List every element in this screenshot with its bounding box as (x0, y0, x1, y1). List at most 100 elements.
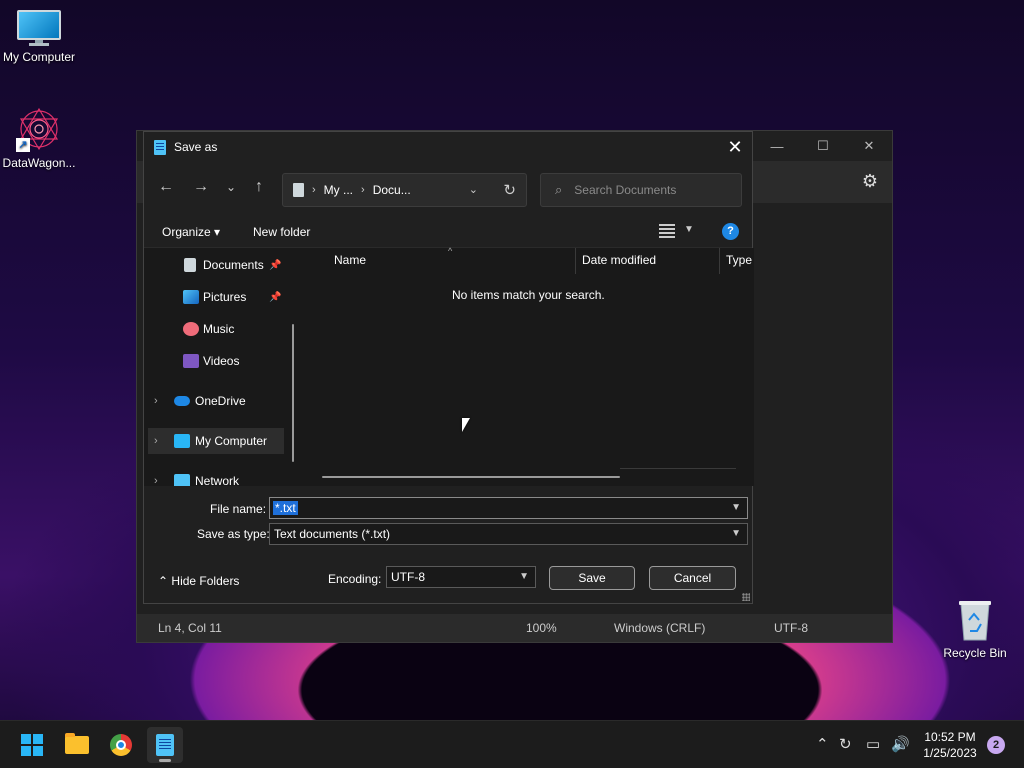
sort-ascending-icon: ^ (448, 246, 453, 256)
documents-icon (293, 183, 304, 197)
breadcrumb-documents[interactable]: Docu... (373, 183, 411, 197)
nav-item-onedrive[interactable]: › OneDrive (144, 388, 294, 414)
breadcrumb-separator-icon: › (361, 184, 365, 196)
notification-badge[interactable]: 2 (987, 736, 1005, 754)
volume-icon[interactable]: 🔊 (891, 735, 910, 753)
file-name-value: *.txt (273, 501, 298, 515)
recent-locations-chevron-icon[interactable]: ⌄ (220, 180, 242, 194)
new-folder-button[interactable]: New folder (253, 225, 310, 239)
nav-item-videos[interactable]: Videos (144, 348, 294, 374)
nav-item-pictures[interactable]: Pictures 📌 (144, 284, 294, 310)
chevron-up-icon: ⌃ (158, 574, 169, 588)
address-dropdown-icon[interactable]: ⌄ (469, 183, 478, 196)
taskbar-notepad[interactable] (147, 727, 183, 763)
column-header-type[interactable]: Type (726, 253, 752, 267)
maximize-icon[interactable]: ☐ (800, 131, 846, 161)
empty-folder-message: No items match your search. (452, 288, 605, 302)
show-hidden-icons-chevron-icon[interactable]: ⌃ (816, 735, 829, 753)
chevron-down-icon[interactable]: ▼ (519, 571, 529, 582)
column-divider[interactable] (719, 248, 720, 274)
column-divider[interactable] (575, 248, 576, 274)
datawagon-app-icon: ↗ (16, 106, 62, 152)
chevron-down-icon[interactable]: ▼ (731, 528, 741, 539)
clock[interactable]: 10:52 PM 1/25/2023 (918, 729, 982, 761)
resize-grip-icon[interactable] (742, 593, 750, 601)
file-name-input[interactable]: *.txt ▼ (269, 497, 748, 519)
nav-item-music[interactable]: Music (144, 316, 294, 342)
column-header-date-modified[interactable]: Date modified (582, 253, 656, 267)
chevron-right-icon[interactable]: › (154, 395, 158, 407)
column-header-name[interactable]: Name (334, 253, 366, 267)
chevron-right-icon[interactable]: › (154, 475, 158, 486)
nav-item-network[interactable]: › Network (144, 468, 294, 486)
forward-arrow-icon[interactable]: → (190, 178, 212, 196)
shortcut-arrow-icon: ↗ (16, 138, 30, 152)
nav-item-label: Music (203, 322, 235, 336)
network-icon[interactable]: ▭ (866, 735, 880, 753)
recycle-bin-icon (955, 598, 995, 642)
chevron-right-icon[interactable]: › (154, 435, 158, 447)
breadcrumb-my-computer[interactable]: My ... (324, 183, 353, 197)
clock-date: 1/25/2023 (923, 746, 977, 760)
nav-item-label: Network (195, 474, 240, 486)
horizontal-scrollbar[interactable] (322, 476, 620, 478)
network-icon (174, 474, 190, 486)
videos-icon (183, 354, 199, 368)
up-arrow-icon[interactable]: ↑ (248, 178, 270, 196)
notepad-icon (156, 734, 174, 756)
encoding-status: UTF-8 (774, 621, 808, 635)
navigation-pane: Documents 📌 Pictures 📌 Music Videos › On… (144, 248, 302, 486)
onedrive-icon (174, 396, 190, 406)
nav-item-label: Videos (203, 354, 240, 368)
save-type-value: Text documents (*.txt) (274, 527, 391, 541)
desktop-icon-label: My Computer (2, 50, 76, 64)
refresh-icon[interactable]: ↻ (503, 181, 516, 199)
save-type-select[interactable]: Text documents (*.txt) ▼ (269, 523, 748, 545)
taskbar-chrome[interactable] (103, 727, 139, 763)
search-input[interactable]: ⌕ Search Documents (540, 173, 742, 207)
documents-icon (184, 258, 196, 272)
save-button[interactable]: Save (549, 566, 635, 590)
notepad-status-bar: Ln 4, Col 11 100% Windows (CRLF) UTF-8 (137, 614, 892, 642)
desktop-icon-my-computer[interactable]: My Computer (0, 10, 78, 64)
back-arrow-icon[interactable]: ← (155, 178, 177, 196)
address-bar[interactable]: › My ... › Docu... ⌄ ↻ (282, 173, 527, 207)
close-icon[interactable]: ✕ (846, 131, 892, 161)
nav-item-label: Documents (203, 258, 264, 272)
encoding-select[interactable]: UTF-8 ▼ (386, 566, 536, 588)
breadcrumb-separator-icon: › (312, 184, 316, 196)
dialog-footer: File name: *.txt ▼ Save as type: Text do… (144, 486, 752, 603)
hide-folders-button[interactable]: ⌃ Hide Folders (158, 574, 239, 588)
nav-item-label: OneDrive (195, 394, 246, 408)
notepad-icon (154, 139, 166, 155)
dialog-title-bar: Save as ✕ (144, 132, 752, 162)
nav-item-documents[interactable]: Documents 📌 (144, 252, 294, 278)
desktop-icon-recycle-bin[interactable]: Recycle Bin (935, 598, 1015, 660)
close-icon[interactable]: ✕ (718, 132, 752, 162)
monitor-icon (17, 10, 61, 46)
line-ending: Windows (CRLF) (614, 621, 706, 635)
sync-icon[interactable]: ↻ (839, 735, 852, 753)
nav-item-label: Pictures (203, 290, 247, 304)
taskbar-file-explorer[interactable] (59, 727, 95, 763)
nav-scrollbar[interactable] (292, 324, 294, 462)
zoom-level: 100% (526, 621, 557, 635)
mouse-cursor-icon (462, 418, 470, 432)
command-bar: Organize ▾ New folder ▼ ? (144, 216, 752, 248)
start-button[interactable] (14, 727, 50, 763)
music-icon (183, 322, 199, 336)
minimize-icon[interactable]: — (754, 131, 800, 161)
view-list-icon[interactable] (659, 224, 675, 238)
organize-button[interactable]: Organize ▾ (162, 225, 220, 239)
desktop-icon-datawagon[interactable]: ↗ DataWagon... (0, 106, 78, 170)
scroll-track (620, 468, 736, 469)
chevron-down-icon[interactable]: ▼ (731, 502, 741, 513)
dialog-title: Save as (174, 140, 218, 154)
gear-icon[interactable]: ⚙ (862, 171, 878, 192)
search-icon: ⌕ (555, 182, 563, 197)
cancel-button[interactable]: Cancel (649, 566, 736, 590)
nav-item-my-computer[interactable]: › My Computer (148, 428, 284, 454)
help-icon[interactable]: ? (722, 223, 739, 240)
view-dropdown-icon[interactable]: ▼ (684, 224, 694, 235)
active-indicator (159, 759, 171, 762)
